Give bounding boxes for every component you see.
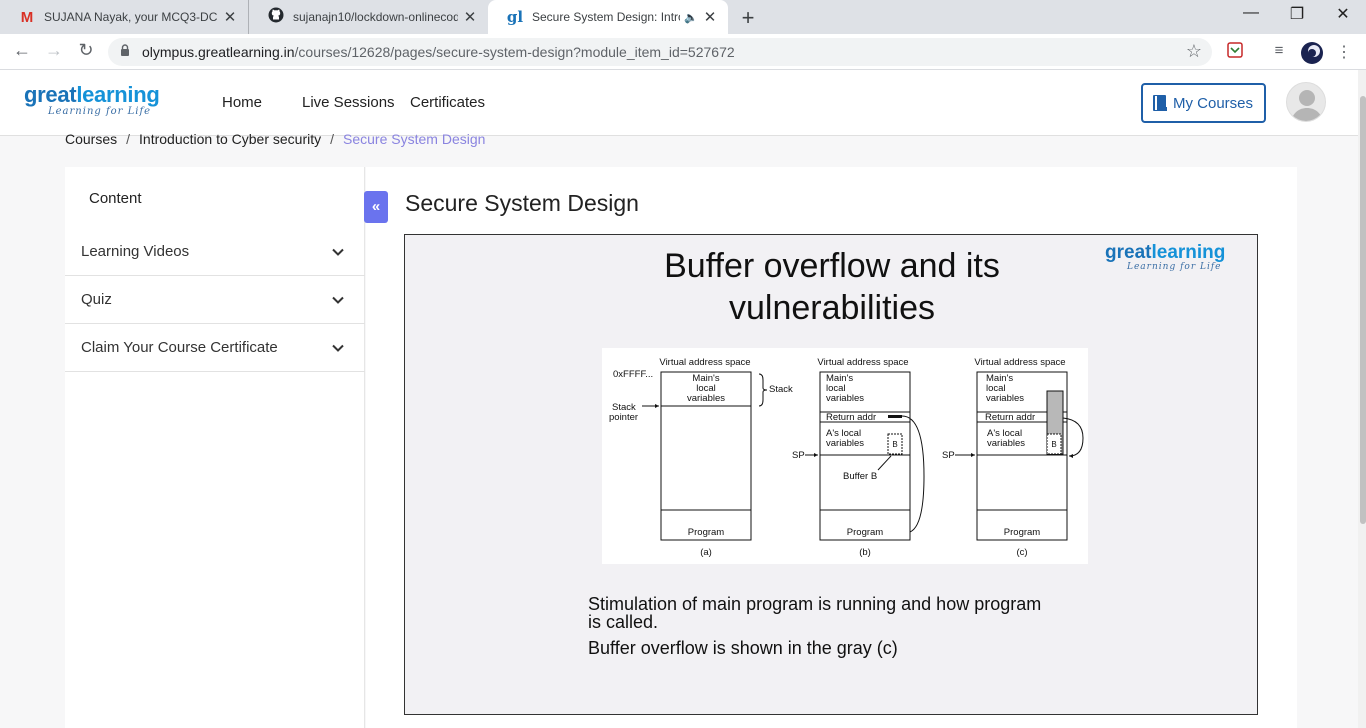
panel-a-header: Virtual address space <box>659 357 750 368</box>
browser-tab-github[interactable]: sujanajn10/lockdown-onlinecodi ✕ <box>248 0 488 34</box>
sidebar-item-label: Quiz <box>81 291 112 308</box>
sidebar-item-label: Claim Your Course Certificate <box>81 339 278 356</box>
url-path: /courses/12628/pages/secure-system-desig… <box>294 44 735 60</box>
main-local-b-3: variables <box>826 393 864 404</box>
browser-tab-active[interactable]: gl Secure System Design: Introd 🔈 ✕ <box>488 0 728 34</box>
avatar[interactable] <box>1286 82 1326 122</box>
logo-word-great: great <box>24 82 77 107</box>
browser-toolbar: ← → ↻ olympus.greatlearning.in/courses/1… <box>0 34 1366 70</box>
speaker-icon[interactable]: 🔈 <box>684 11 698 24</box>
slide-caption-line-2: is called. <box>588 612 659 632</box>
tab-title: Secure System Design: Introd <box>532 10 681 24</box>
slide-logo-learning: learning <box>1151 242 1226 263</box>
url-text: olympus.greatlearning.in/courses/12628/p… <box>142 44 735 60</box>
github-icon <box>267 7 285 27</box>
sp-label-c: SP <box>942 450 955 461</box>
reload-button[interactable]: ↻ <box>74 40 98 61</box>
my-courses-button[interactable]: My Courses <box>1141 83 1266 123</box>
sidebar-item-claim-certificate[interactable]: Claim Your Course Certificate <box>65 324 365 372</box>
site-header: greatlearning Learning for Life Home Liv… <box>0 70 1358 136</box>
program-a: Program <box>688 527 725 538</box>
program-c: Program <box>1004 527 1041 538</box>
breadcrumb-current: Secure System Design <box>343 131 486 147</box>
page-scrollbar-thumb[interactable] <box>1360 96 1366 524</box>
media-control-icon[interactable]: ≡ <box>1269 42 1289 62</box>
sidebar-item-learning-videos[interactable]: Learning Videos <box>65 228 365 276</box>
a-local-b-2: variables <box>826 438 864 449</box>
main-local-a-3: variables <box>687 393 725 404</box>
address-bar[interactable]: olympus.greatlearning.in/courses/12628/p… <box>108 38 1212 66</box>
chevron-down-icon <box>332 296 344 304</box>
chevron-down-icon <box>332 248 344 256</box>
sidebar-item-label: Learning Videos <box>81 243 190 260</box>
new-tab-button[interactable]: + <box>736 5 760 31</box>
stack-pointer-label-2: pointer <box>609 412 638 423</box>
tab-title: SUJANA Nayak, your MCQ3-DC r <box>44 10 218 24</box>
browser-tab-gmail[interactable]: M SUJANA Nayak, your MCQ3-DC r ✕ <box>0 0 248 34</box>
breadcrumb-separator: / <box>330 131 335 147</box>
slide-logo: greatlearning Learning for Life <box>1105 243 1225 272</box>
collapse-sidebar-button[interactable]: « <box>364 191 388 223</box>
stack-diagram: Virtual address space 0xFFFF... Main's l… <box>602 348 1088 564</box>
logo-tagline: Learning for Life <box>48 106 152 117</box>
book-icon <box>1153 95 1167 111</box>
chevron-down-icon <box>332 344 344 352</box>
sub-label-c: (c) <box>1016 547 1027 558</box>
panel-c-header: Virtual address space <box>974 357 1065 368</box>
bookmark-star-icon[interactable]: ☆ <box>1186 41 1202 62</box>
return-addr-c: Return addr <box>985 412 1035 423</box>
close-icon[interactable]: ✕ <box>462 8 478 26</box>
user-icon <box>1291 90 1323 121</box>
gmail-icon: M <box>20 8 34 26</box>
back-button[interactable]: ← <box>10 40 34 61</box>
slide-viewer: Buffer overflow and its vulnerabilities … <box>404 234 1258 715</box>
breadcrumb-course[interactable]: Introduction to Cyber security <box>139 131 321 147</box>
slide-caption-line-3: Buffer overflow is shown in the gray (c) <box>588 638 898 658</box>
minimize-button[interactable]: — <box>1228 4 1274 22</box>
extension-icon[interactable] <box>1225 42 1245 62</box>
breadcrumb-courses[interactable]: Courses <box>65 131 117 147</box>
browser-tab-bar: M SUJANA Nayak, your MCQ3-DC r ✕ sujanaj… <box>0 0 1366 34</box>
page-title: Secure System Design <box>405 190 639 216</box>
nav-live-sessions[interactable]: Live Sessions <box>302 94 395 111</box>
buffer-b-label: Buffer B <box>843 471 877 482</box>
greatlearning-icon: gl <box>506 8 524 26</box>
close-icon[interactable]: ✕ <box>222 8 238 26</box>
program-b: Program <box>847 527 884 538</box>
a-local-c-2: variables <box>987 438 1025 449</box>
tab-title: sujanajn10/lockdown-onlinecodi <box>293 10 458 24</box>
sidebar-heading: Content <box>89 190 142 207</box>
slide-caption-line-1: Stimulation of main program is running a… <box>588 594 1042 614</box>
slide-logo-great: great <box>1105 242 1152 263</box>
return-addr-b: Return addr <box>826 412 876 423</box>
forward-button[interactable]: → <box>42 40 66 61</box>
slide-logo-tagline: Learning for Life <box>1127 262 1222 272</box>
sp-label-b: SP <box>792 450 805 461</box>
breadcrumb-separator: / <box>126 131 131 147</box>
close-icon[interactable]: ✕ <box>702 8 718 26</box>
slide-title-line-2: vulnerabilities <box>729 289 935 327</box>
stack-label: Stack <box>769 384 793 395</box>
sub-label-b: (b) <box>859 547 871 558</box>
my-courses-label: My Courses <box>1173 94 1254 112</box>
logo-word-learning: learning <box>76 82 160 107</box>
site-logo[interactable]: greatlearning Learning for Life <box>24 84 160 118</box>
lock-icon <box>121 44 129 56</box>
profile-icon[interactable] <box>1301 42 1323 64</box>
window-close-button[interactable]: ✕ <box>1320 4 1366 24</box>
nav-certificates[interactable]: Certificates <box>410 94 485 111</box>
nav-home[interactable]: Home <box>222 94 262 111</box>
main-local-c-3: variables <box>986 393 1024 404</box>
sidebar-item-quiz[interactable]: Quiz <box>65 276 365 324</box>
buffer-letter-b: B <box>892 440 897 449</box>
sub-label-a: (a) <box>700 547 712 558</box>
restore-button[interactable]: ❐ <box>1274 4 1320 24</box>
content-sidebar: Content Learning Videos Quiz Claim Your … <box>65 167 365 728</box>
breadcrumb: Courses / Introduction to Cyber security / S… <box>65 131 485 147</box>
buffer-letter-c: B <box>1051 440 1056 449</box>
url-host: olympus.greatlearning.in <box>142 44 295 60</box>
panel-b-header: Virtual address space <box>817 357 908 368</box>
menu-icon[interactable]: ⋮ <box>1334 42 1354 62</box>
address-label: 0xFFFF... <box>613 369 653 380</box>
